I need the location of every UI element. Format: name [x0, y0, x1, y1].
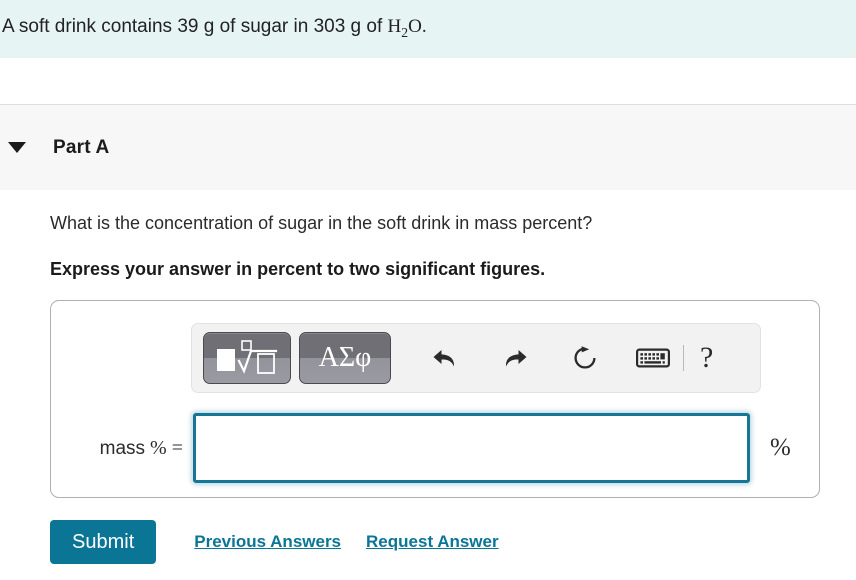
- greek-letters-label: ΑΣφ: [318, 342, 372, 373]
- math-template-icon: [217, 340, 278, 374]
- answer-box: ΑΣφ ? mass % = %: [50, 300, 820, 498]
- undo-icon[interactable]: [423, 333, 467, 383]
- keyboard-icon[interactable]: [631, 333, 675, 383]
- previous-answers-link[interactable]: Previous Answers: [194, 532, 341, 552]
- greek-letters-button[interactable]: ΑΣφ: [299, 332, 391, 384]
- toolbar-divider: [683, 345, 684, 371]
- submit-button[interactable]: Submit: [50, 520, 157, 564]
- problem-text-before: A soft drink contains 39 g of sugar in 3…: [2, 16, 388, 38]
- answer-label: mass % =: [51, 437, 193, 460]
- triangle-down-icon[interactable]: [0, 142, 34, 153]
- part-header[interactable]: Part A: [0, 104, 856, 190]
- part-title: Part A: [53, 136, 110, 158]
- chemical-formula-water: H2O.: [387, 16, 427, 40]
- formula-element-o: O.: [408, 16, 427, 38]
- question-prompt: What is the concentration of sugar in th…: [50, 213, 593, 233]
- formula-element-h: H: [387, 16, 402, 38]
- problem-statement-text: A soft drink contains 39 g of sugar in 3…: [0, 16, 427, 41]
- problem-statement-banner: A soft drink contains 39 g of sugar in 3…: [0, 0, 856, 58]
- question-instruction: Express your answer in percent to two si…: [50, 259, 546, 280]
- answer-label-percent-equals: % =: [150, 436, 183, 459]
- math-toolbar: ΑΣφ ?: [191, 323, 761, 393]
- redo-icon[interactable]: [493, 333, 537, 383]
- reset-icon[interactable]: [563, 333, 607, 383]
- answer-input[interactable]: [193, 413, 750, 483]
- help-icon[interactable]: ?: [700, 343, 713, 373]
- answer-unit-label: %: [770, 434, 791, 461]
- math-template-button[interactable]: [203, 332, 291, 384]
- answer-entry-row: mass % = %: [51, 413, 821, 483]
- answer-label-mass: mass: [99, 437, 146, 459]
- actions-row: Submit Previous Answers Request Answer: [50, 520, 499, 564]
- request-answer-link[interactable]: Request Answer: [366, 532, 499, 552]
- question-body: What is the concentration of sugar in th…: [0, 190, 856, 282]
